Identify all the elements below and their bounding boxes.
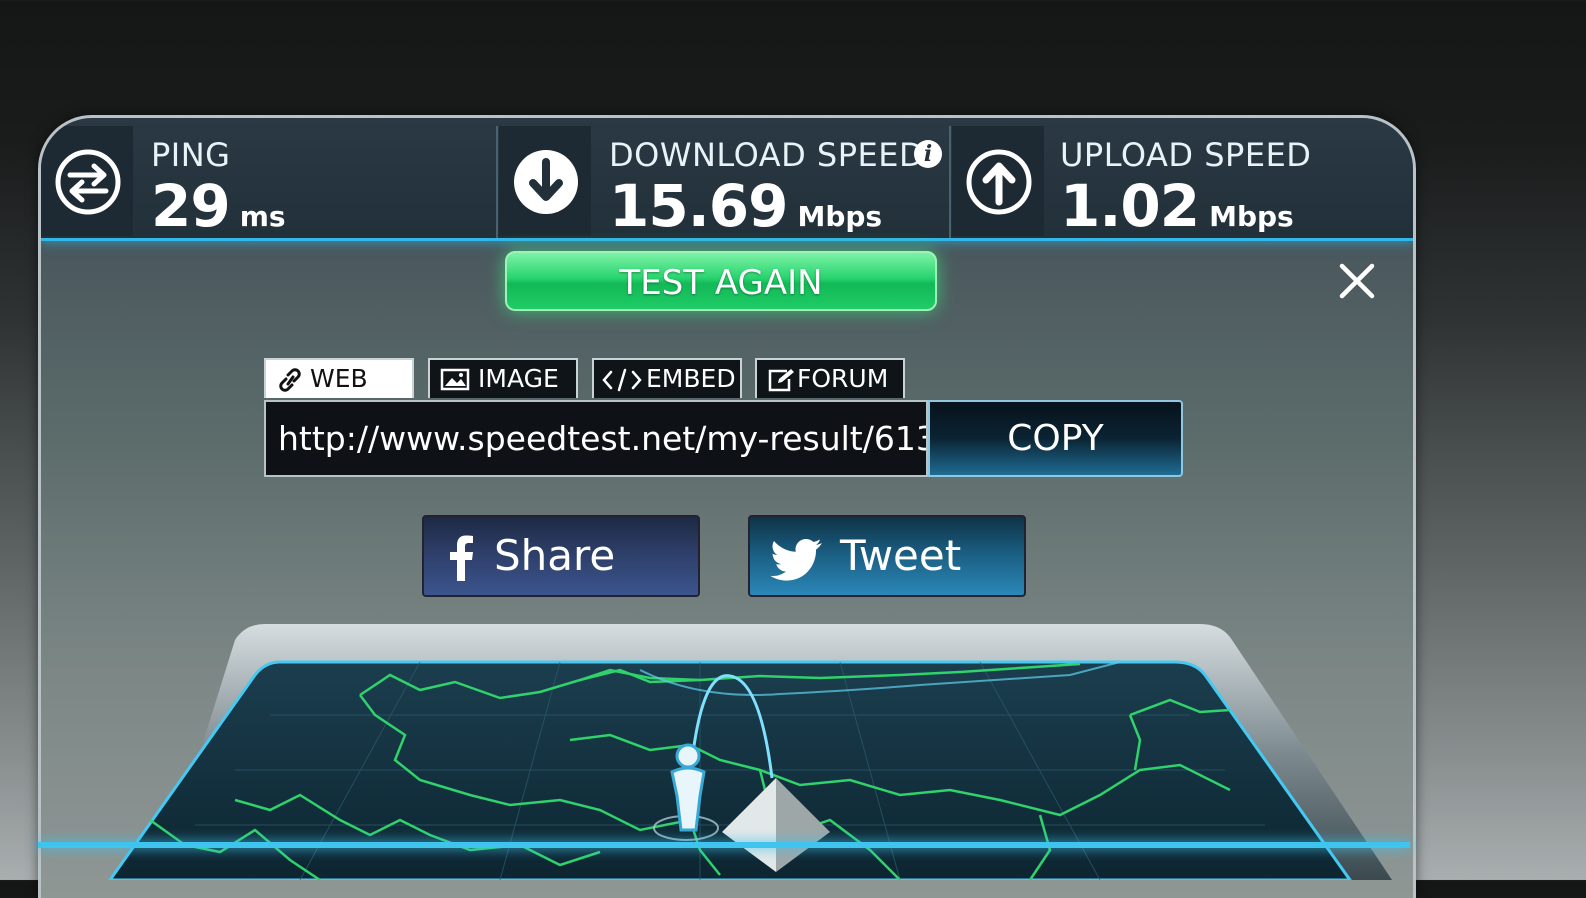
upload-icon-box <box>952 126 1044 236</box>
tab-image[interactable]: IMAGE <box>428 358 578 398</box>
download-unit: Mbps <box>797 200 883 233</box>
upload-number: 1.02 <box>1060 172 1200 240</box>
upload-label: UPLOAD SPEED <box>1060 136 1312 174</box>
upload-arrow-icon <box>966 149 1032 215</box>
code-icon <box>602 368 642 392</box>
tab-forum[interactable]: FORUM <box>755 358 905 398</box>
ping-unit: ms <box>239 200 286 233</box>
result-url-field[interactable]: http://www.speedtest.net/my-result/61314 <box>264 400 928 477</box>
ping-label: PING <box>151 136 231 174</box>
tweet-button[interactable]: Tweet <box>748 515 1026 597</box>
image-icon <box>440 368 470 391</box>
tab-web-label: WEB <box>310 364 368 393</box>
tweet-label: Tweet <box>840 531 962 580</box>
ping-arrows-icon <box>55 149 121 215</box>
upload-stat: UPLOAD SPEED 1.02 Mbps <box>952 126 1407 240</box>
download-number: 15.69 <box>609 172 788 240</box>
ping-value: 29 ms <box>151 172 286 240</box>
download-stat: DOWNLOAD SPEED i 15.69 Mbps <box>499 126 949 240</box>
stat-divider <box>496 126 498 238</box>
ping-icon-box <box>41 126 133 236</box>
close-icon[interactable] <box>1338 262 1376 300</box>
facebook-share-label: Share <box>494 531 616 580</box>
test-again-button[interactable]: TEST AGAIN <box>505 251 937 311</box>
tab-web[interactable]: WEB <box>264 358 414 398</box>
tab-embed-label: EMBED <box>646 364 736 393</box>
stats-bar: PING 29 ms DOWNLOAD SPEED i 15.69 Mbps U… <box>41 118 1413 241</box>
bottom-glow-line <box>38 842 1410 848</box>
tab-forum-label: FORUM <box>797 364 889 393</box>
ping-number: 29 <box>151 172 231 240</box>
upload-unit: Mbps <box>1209 200 1294 233</box>
download-icon-box <box>499 126 591 236</box>
server-map <box>108 624 1392 880</box>
info-icon[interactable]: i <box>914 140 942 168</box>
ping-stat: PING 29 ms <box>41 126 496 240</box>
edit-icon <box>768 369 794 392</box>
stat-divider <box>949 126 951 238</box>
download-arrow-icon <box>514 150 578 214</box>
download-value: 15.69 Mbps <box>609 172 882 240</box>
copy-button[interactable]: COPY <box>928 400 1183 477</box>
link-icon <box>279 368 301 392</box>
twitter-bird-icon <box>770 539 822 581</box>
tab-image-label: IMAGE <box>478 364 559 393</box>
facebook-icon <box>450 535 473 581</box>
facebook-share-button[interactable]: Share <box>422 515 700 597</box>
download-label: DOWNLOAD SPEED <box>609 136 925 174</box>
upload-value: 1.02 Mbps <box>1060 172 1294 240</box>
tab-embed[interactable]: EMBED <box>592 358 742 398</box>
